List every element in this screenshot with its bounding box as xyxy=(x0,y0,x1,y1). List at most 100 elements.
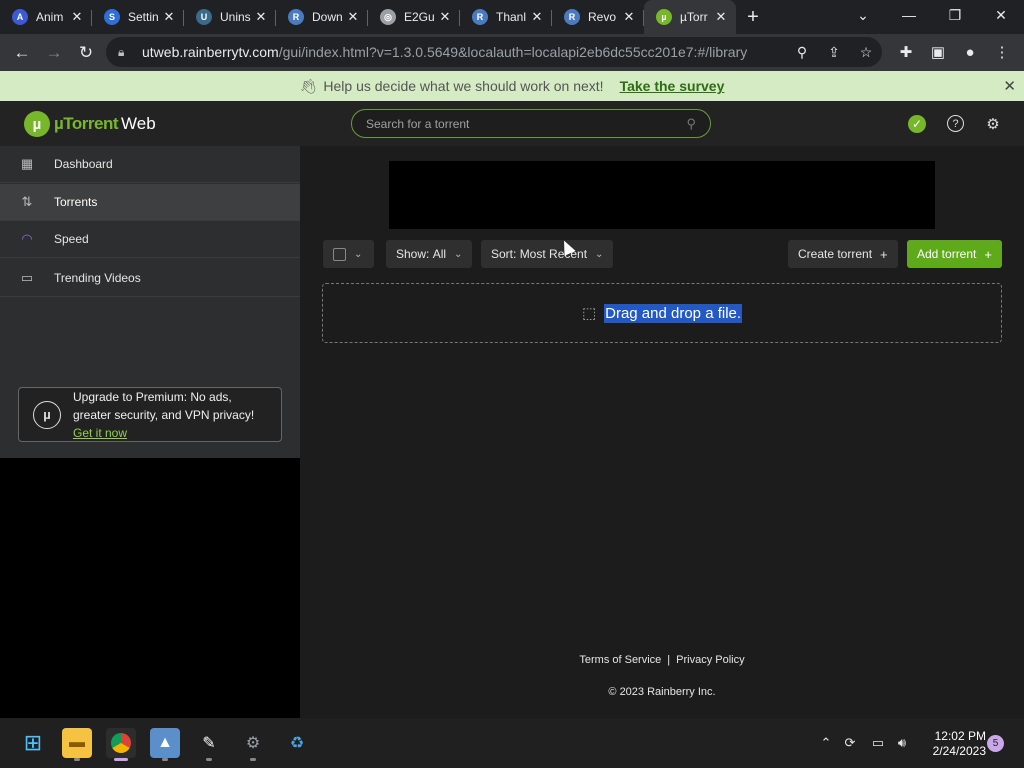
menu-icon[interactable]: ⋮ xyxy=(986,36,1018,68)
side-panel-icon[interactable]: ▣ xyxy=(922,36,954,68)
tab-title: Down xyxy=(312,10,343,24)
reload-icon[interactable]: ↻ xyxy=(70,37,102,69)
browser-tab[interactable]: R Down ✕ xyxy=(276,0,368,34)
brand-suffix: Web xyxy=(121,114,156,133)
chrome-icon[interactable] xyxy=(106,728,136,758)
tab-title: Unins xyxy=(220,10,251,24)
tab-favicon-icon: R xyxy=(564,9,580,25)
windows-start-icon[interactable]: ⊞ xyxy=(18,728,48,758)
forward-icon[interactable]: → xyxy=(38,37,70,69)
system-clock[interactable]: 12:02 PM 2/24/2023 xyxy=(916,729,986,759)
browser-tab[interactable]: ◎ E2Gu ✕ xyxy=(368,0,460,34)
sidebar-item-label: Torrents xyxy=(54,195,98,209)
tab-favicon-icon: R xyxy=(288,9,304,25)
show-label: Show: xyxy=(396,247,430,261)
installer-app-icon[interactable]: ✎ xyxy=(194,728,224,758)
screen: A Anim ✕ S Settin ✕ U Unins ✕ R Down ✕ ◎ E2Gu ✕ R Thanl ✕… xyxy=(0,0,1024,768)
tab-close-icon[interactable]: ✕ xyxy=(438,9,452,25)
tab-search-icon[interactable]: ⌄ xyxy=(840,0,886,30)
tab-close-icon[interactable]: ✕ xyxy=(346,9,360,25)
copyright-text: © 2023 Rainberry Inc. xyxy=(608,686,716,698)
sort-dropdown[interactable]: Sort: Most Recent ⌄ xyxy=(481,240,614,268)
browser-tab[interactable]: µ µTorr ✕ xyxy=(644,0,736,34)
main-content: ⌄ Show: All ⌄ Sort: Most Recent ⌄ Create… xyxy=(300,146,1024,718)
tab-favicon-icon: ◎ xyxy=(380,9,396,25)
sort-value: Most Recent xyxy=(519,247,588,261)
file-drop-zone[interactable]: ⬚ Drag and drop a file. xyxy=(322,283,1002,343)
share-icon[interactable]: ⇪ xyxy=(818,44,850,61)
sidebar-item-dashboard[interactable]: ▦ Dashboard xyxy=(0,146,300,183)
sidebar-item-speed[interactable]: ◠ Speed xyxy=(0,221,300,258)
plus-icon: + xyxy=(880,246,888,262)
browser-tab[interactable]: R Thanl ✕ xyxy=(460,0,552,34)
browser-tab[interactable]: R Revo ✕ xyxy=(552,0,644,34)
minimize-button[interactable]: — xyxy=(886,0,932,30)
tab-close-icon[interactable]: ✕ xyxy=(254,9,268,25)
trending-videos-icon: ▭ xyxy=(20,270,34,285)
remote-status-icon[interactable]: ✓ xyxy=(908,115,926,133)
tab-close-icon[interactable]: ✕ xyxy=(162,9,176,25)
search-icon[interactable]: ⚲ xyxy=(686,116,696,132)
extensions-icon[interactable]: ✚ xyxy=(890,36,922,68)
photos-app-icon[interactable]: ▲ xyxy=(150,728,180,758)
create-torrent-button[interactable]: Create torrent + xyxy=(788,240,898,268)
add-torrent-button[interactable]: Add torrent + xyxy=(907,240,1002,268)
browser-toolbar: ← → ↻ 🔒︎ utweb.rainberrytv.com/gui/index… xyxy=(0,34,1024,71)
search-input[interactable] xyxy=(366,116,687,131)
banner-text: Help us decide what we should work on ne… xyxy=(323,78,604,94)
tab-favicon-icon: R xyxy=(472,9,488,25)
taskbar: ⊞ ▬ ▲ ✎ ⚙ ♻ ⌃ ⟳ ▭ 🔊︎ 12:02 PM 2/24/2023 … xyxy=(0,718,1024,768)
browser-tab[interactable]: S Settin ✕ xyxy=(92,0,184,34)
sidebar-item-torrents[interactable]: ⇅ Torrents xyxy=(0,184,300,221)
terms-link[interactable]: Terms of Service xyxy=(579,654,661,666)
sidebar: ▦ Dashboard ⇅ Torrents ◠ Speed ▭ Trendin… xyxy=(0,146,300,458)
url-text[interactable]: utweb.rainberrytv.com/gui/index.html?v=1… xyxy=(142,44,786,60)
revo-uninstaller-icon[interactable]: ♻ xyxy=(282,728,312,758)
tab-close-icon[interactable]: ✕ xyxy=(70,9,84,25)
network-icon[interactable]: ▭ xyxy=(868,733,888,753)
bookmark-star-icon[interactable]: ☆ xyxy=(850,44,882,61)
file-explorer-icon[interactable]: ▬ xyxy=(62,728,92,758)
sidebar-item-trending-videos[interactable]: ▭ Trending Videos xyxy=(0,260,300,297)
search-box[interactable]: ⚲ xyxy=(351,109,711,138)
plus-icon: + xyxy=(984,246,992,262)
browser-tab[interactable]: A Anim ✕ xyxy=(0,0,92,34)
waving-hand-icon: 👋︎ xyxy=(299,77,318,94)
profile-icon[interactable]: ● xyxy=(954,36,986,68)
select-all-dropdown[interactable]: ⌄ xyxy=(323,240,374,268)
survey-link[interactable]: Take the survey xyxy=(620,78,725,94)
new-tab-button[interactable]: + xyxy=(736,0,770,34)
close-banner-icon[interactable]: ✕ xyxy=(1003,77,1016,95)
back-icon[interactable]: ← xyxy=(6,37,38,69)
premium-upgrade-box: µ Upgrade to Premium: No ads, greater se… xyxy=(18,387,282,442)
tab-title: Thanl xyxy=(496,10,527,24)
help-icon[interactable]: ? xyxy=(947,115,964,132)
close-window-button[interactable]: ✕ xyxy=(978,0,1024,30)
tab-title: Anim xyxy=(36,10,64,24)
notification-badge[interactable]: 5 xyxy=(987,735,1004,752)
maximize-button[interactable]: ❐ xyxy=(932,0,978,30)
browser-tab[interactable]: U Unins ✕ xyxy=(184,0,276,34)
tab-close-icon[interactable]: ✕ xyxy=(622,9,636,25)
get-it-now-link[interactable]: Get it now xyxy=(73,426,127,440)
logo[interactable]: µ µTorrent Web xyxy=(24,111,156,137)
settings-app-icon[interactable]: ⚙ xyxy=(238,728,268,758)
privacy-link[interactable]: Privacy Policy xyxy=(676,654,744,666)
chevron-down-icon: ⌄ xyxy=(454,248,463,260)
chevron-down-icon: ⌄ xyxy=(354,248,363,260)
sidebar-item-label: Trending Videos xyxy=(54,271,141,285)
drag-drop-icon: ⬚ xyxy=(581,305,597,322)
zoom-icon[interactable]: ⚲ xyxy=(786,44,818,61)
volume-icon[interactable]: 🔊︎ xyxy=(892,733,912,753)
show-hidden-icons-chevron-icon[interactable]: ⌃ xyxy=(816,733,836,753)
tab-close-icon[interactable]: ✕ xyxy=(714,9,728,25)
tab-close-icon[interactable]: ✕ xyxy=(530,9,544,25)
show-filter-dropdown[interactable]: Show: All ⌄ xyxy=(386,240,473,268)
select-all-checkbox[interactable] xyxy=(333,247,346,261)
drop-zone-text: Drag and drop a file. xyxy=(604,303,743,323)
settings-gear-icon[interactable]: ⚙ xyxy=(982,113,1004,135)
sync-status-icon[interactable]: ⟳ xyxy=(840,733,860,753)
address-bar[interactable]: 🔒︎ utweb.rainberrytv.com/gui/index.html?… xyxy=(106,37,882,67)
utorrent-logo-icon: µ xyxy=(24,111,50,137)
ad-banner[interactable] xyxy=(389,161,935,229)
